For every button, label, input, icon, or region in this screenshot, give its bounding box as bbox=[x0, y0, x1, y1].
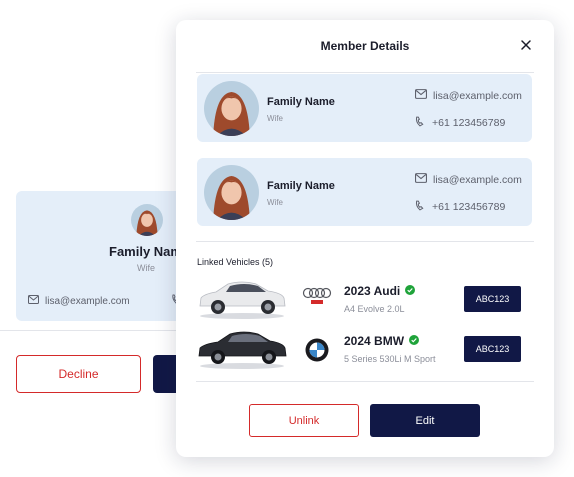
avatar bbox=[204, 165, 259, 220]
phone-icon bbox=[415, 116, 426, 130]
plate-badge[interactable]: ABC123 bbox=[464, 286, 521, 312]
background-email-row: lisa@example.com bbox=[28, 295, 130, 307]
bmw-logo-icon bbox=[305, 338, 335, 367]
modal-title: Member Details bbox=[320, 39, 410, 53]
vehicle-title: 2023 Audi bbox=[344, 284, 416, 298]
member-card: Family Name Wife lisa@example.com +61 12… bbox=[197, 158, 532, 226]
phone-row: +61 123456789 bbox=[415, 116, 505, 130]
verified-icon bbox=[409, 334, 420, 348]
member-card: Family Name Wife lisa@example.com +61 12… bbox=[197, 74, 532, 142]
vehicle-title: 2024 BMW bbox=[344, 334, 420, 348]
linked-vehicles-label: Linked Vehicles (5) bbox=[197, 257, 274, 267]
email-text: lisa@example.com bbox=[433, 173, 522, 186]
member-name: Family Name bbox=[267, 96, 335, 108]
email-row: lisa@example.com bbox=[415, 173, 522, 186]
audi-logo-icon bbox=[302, 286, 332, 311]
plate-badge[interactable]: ABC123 bbox=[464, 336, 521, 362]
background-member-role: Wife bbox=[137, 263, 155, 273]
vehicle-subtitle: 5 Series 530Li M Sport bbox=[344, 354, 436, 364]
mail-icon bbox=[28, 295, 39, 307]
background-divider bbox=[0, 330, 200, 331]
avatar bbox=[204, 81, 259, 136]
background-email-text: lisa@example.com bbox=[45, 295, 130, 307]
header-divider bbox=[196, 72, 534, 73]
vehicle-title-text: 2023 Audi bbox=[344, 284, 401, 298]
background-member-name: Family Nam bbox=[109, 244, 182, 259]
member-role: Wife bbox=[267, 114, 283, 123]
member-details-modal: Member Details Family Name Wife lisa@exa… bbox=[176, 20, 554, 457]
member-role: Wife bbox=[267, 198, 283, 207]
footer-divider bbox=[196, 381, 534, 382]
verified-icon bbox=[405, 284, 416, 298]
car-image bbox=[196, 276, 288, 320]
vehicle-subtitle: A4 Evolve 2.0L bbox=[344, 304, 405, 314]
phone-text: +61 123456789 bbox=[432, 201, 506, 213]
car-image bbox=[196, 326, 288, 370]
phone-row: +61 123456789 bbox=[415, 200, 505, 214]
close-icon[interactable] bbox=[520, 38, 532, 50]
decline-button[interactable]: Decline bbox=[16, 355, 141, 393]
phone-icon bbox=[415, 200, 426, 214]
unlink-button[interactable]: Unlink bbox=[249, 404, 359, 437]
mail-icon bbox=[415, 89, 427, 102]
email-text: lisa@example.com bbox=[433, 89, 522, 102]
vehicle-title-text: 2024 BMW bbox=[344, 334, 405, 348]
section-divider bbox=[196, 241, 534, 242]
member-name: Family Name bbox=[267, 180, 335, 192]
edit-button[interactable]: Edit bbox=[370, 404, 480, 437]
avatar bbox=[131, 204, 163, 236]
email-row: lisa@example.com bbox=[415, 89, 522, 102]
phone-text: +61 123456789 bbox=[432, 117, 506, 129]
mail-icon bbox=[415, 173, 427, 186]
